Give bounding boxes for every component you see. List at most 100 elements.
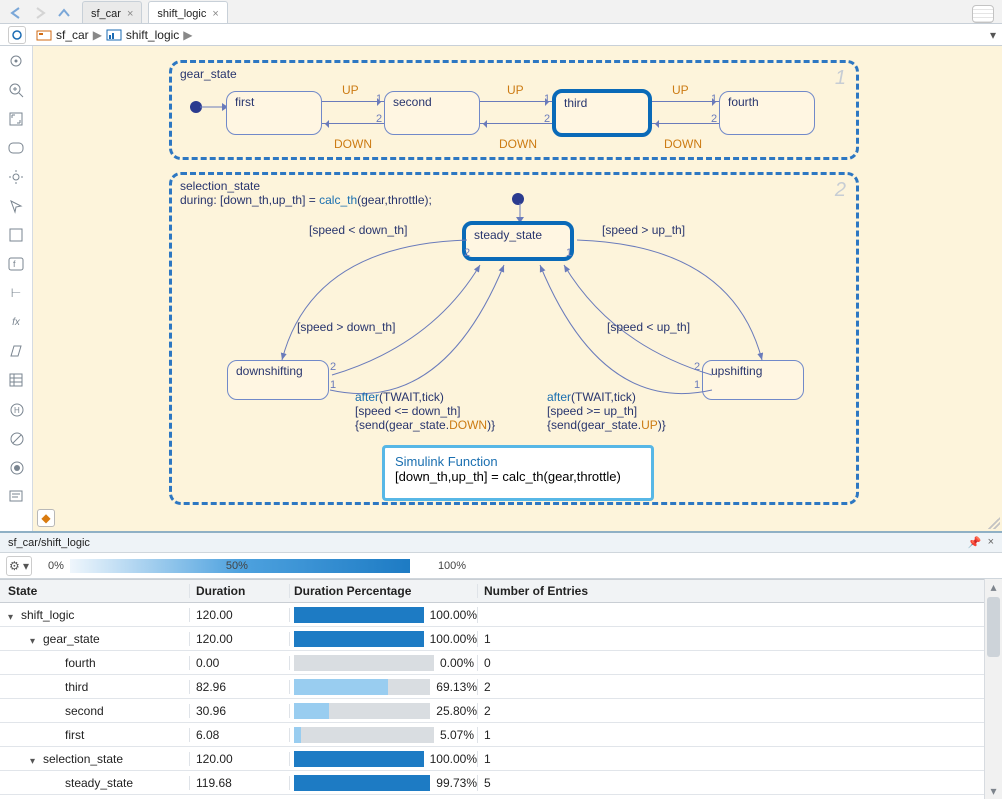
arrow-tool-icon[interactable] (7, 197, 25, 215)
resize-grip-icon[interactable] (988, 517, 1000, 529)
col-state[interactable]: State (0, 584, 190, 598)
nav-back-icon[interactable] (5, 3, 27, 23)
nav-up-icon[interactable] (53, 3, 75, 23)
table-row[interactable]: fourth0.000.00%0 (0, 651, 984, 675)
state-selection-state[interactable]: 2 selection_state during: [down_th,up_th… (169, 172, 859, 505)
transition[interactable] (652, 123, 719, 124)
state-downshifting[interactable]: downshifting (227, 360, 329, 400)
transition[interactable] (480, 101, 552, 102)
duration-cell: 120.00 (190, 608, 290, 622)
state-steady[interactable]: steady_state (462, 221, 574, 261)
state-name: first (65, 728, 84, 742)
activity-panel: sf_car/shift_logic 📌 × ⚙ ▾ 0% 50% 100% S… (0, 532, 1002, 799)
duration-cell: 120.00 (190, 752, 290, 766)
tab-sf-car[interactable]: sf_car× (82, 1, 142, 23)
diagnostics-icon[interactable]: ◆ (37, 509, 55, 527)
settings-button[interactable]: ⚙ ▾ (6, 556, 32, 576)
scrollbar[interactable]: ▴ ▾ (984, 579, 1002, 799)
state-name: shift_logic (21, 608, 74, 622)
scroll-up-icon[interactable]: ▴ (985, 579, 1002, 595)
view-mode-button[interactable] (8, 26, 26, 44)
target-icon[interactable] (7, 52, 25, 70)
transition-action: after(TWAIT,tick) [speed <= down_th] {se… (355, 390, 495, 432)
chart-canvas[interactable]: 1 gear_state first second third fourth U… (33, 46, 1002, 531)
entries-cell: 2 (478, 680, 984, 694)
table-header: State Duration Duration Percentage Numbe… (0, 579, 984, 603)
table-row[interactable]: steady_state119.6899.73%5 (0, 771, 984, 795)
twist-icon[interactable] (30, 634, 39, 643)
col-pct[interactable]: Duration Percentage (290, 584, 478, 598)
tab-strip: sf_car× shift_logic× (0, 0, 1002, 24)
zoom-in-icon[interactable] (7, 81, 25, 99)
duration-cell: 82.96 (190, 680, 290, 694)
table-row[interactable]: third82.9669.13%2 (0, 675, 984, 699)
entries-cell: 1 (478, 632, 984, 646)
priority-label: 2 (835, 179, 846, 202)
state-label: selection_state during: [down_th,up_th] … (180, 179, 432, 207)
sun-icon[interactable] (7, 168, 25, 186)
duration-cell: 120.00 (190, 632, 290, 646)
keyboard-icon[interactable] (972, 5, 994, 23)
pin-icon[interactable]: 📌 (968, 536, 982, 549)
close-icon[interactable]: × (212, 8, 218, 20)
pct-bar (294, 727, 434, 743)
state-table[interactable]: State Duration Duration Percentage Numbe… (0, 579, 984, 799)
state-first[interactable]: first (226, 91, 322, 135)
table-row[interactable]: selection_state120.00100.00%1 (0, 747, 984, 771)
scroll-thumb[interactable] (987, 597, 1000, 657)
func-icon[interactable]: f (7, 255, 25, 273)
twist-icon[interactable] (8, 610, 17, 619)
pct-bar (294, 775, 430, 791)
close-icon[interactable]: × (988, 536, 994, 549)
table-icon[interactable] (7, 371, 25, 389)
box-icon[interactable] (7, 226, 25, 244)
para-icon[interactable] (7, 342, 25, 360)
transition[interactable] (480, 123, 552, 124)
dropdown-icon[interactable]: ▾ (990, 28, 996, 42)
entries-cell: 1 (478, 728, 984, 742)
record-icon[interactable] (7, 458, 25, 476)
close-icon[interactable]: × (127, 8, 133, 20)
transition[interactable] (322, 123, 384, 124)
pct-bar (294, 631, 424, 647)
pct-label: 100.00% (430, 752, 477, 766)
state-gear-state[interactable]: 1 gear_state first second third fourth U… (169, 60, 859, 160)
table-row[interactable]: shift_logic120.00100.00% (0, 603, 984, 627)
tab-shift-logic[interactable]: shift_logic× (148, 1, 227, 23)
twist-icon[interactable] (30, 754, 39, 763)
fit-icon[interactable] (7, 110, 25, 128)
history-icon[interactable]: H (7, 400, 25, 418)
svg-text:f: f (13, 259, 16, 269)
state-third[interactable]: third (552, 89, 652, 137)
table-row[interactable]: second30.9625.80%2 (0, 699, 984, 723)
entries-cell: 2 (478, 704, 984, 718)
pct-label: 100.00% (430, 632, 477, 646)
col-duration[interactable]: Duration (190, 584, 290, 598)
color-legend: 0% 50% 100% (48, 559, 466, 573)
rect-icon[interactable] (7, 139, 25, 157)
crumb-item[interactable]: shift_logic (126, 28, 179, 42)
table-row[interactable]: gear_state120.00100.00%1 (0, 627, 984, 651)
chart-icon (106, 28, 122, 42)
table-row[interactable]: first6.085.07%1 (0, 723, 984, 747)
disable-icon[interactable] (7, 429, 25, 447)
left-toolbar: f ⊢ fx H (0, 46, 33, 531)
state-upshifting[interactable]: upshifting (702, 360, 804, 400)
scroll-down-icon[interactable]: ▾ (985, 783, 1002, 799)
simulink-function[interactable]: Simulink Function [down_th,up_th] = calc… (382, 445, 654, 501)
col-entries[interactable]: Number of Entries (478, 584, 984, 598)
state-name: steady_state (65, 776, 133, 790)
pct-bar (294, 607, 424, 623)
state-fourth[interactable]: fourth (719, 91, 815, 135)
text-icon[interactable] (7, 487, 25, 505)
branch-icon[interactable]: ⊢ (7, 284, 25, 302)
transition[interactable] (322, 101, 384, 102)
transition[interactable] (652, 101, 719, 102)
fx-icon[interactable]: fx (7, 313, 25, 331)
panel-header[interactable]: sf_car/shift_logic 📌 × (0, 533, 1002, 553)
nav-forward-icon[interactable] (29, 3, 51, 23)
state-label: gear_state (180, 67, 237, 81)
state-name: second (65, 704, 104, 718)
crumb-item[interactable]: sf_car (56, 28, 89, 42)
state-second[interactable]: second (384, 91, 480, 135)
